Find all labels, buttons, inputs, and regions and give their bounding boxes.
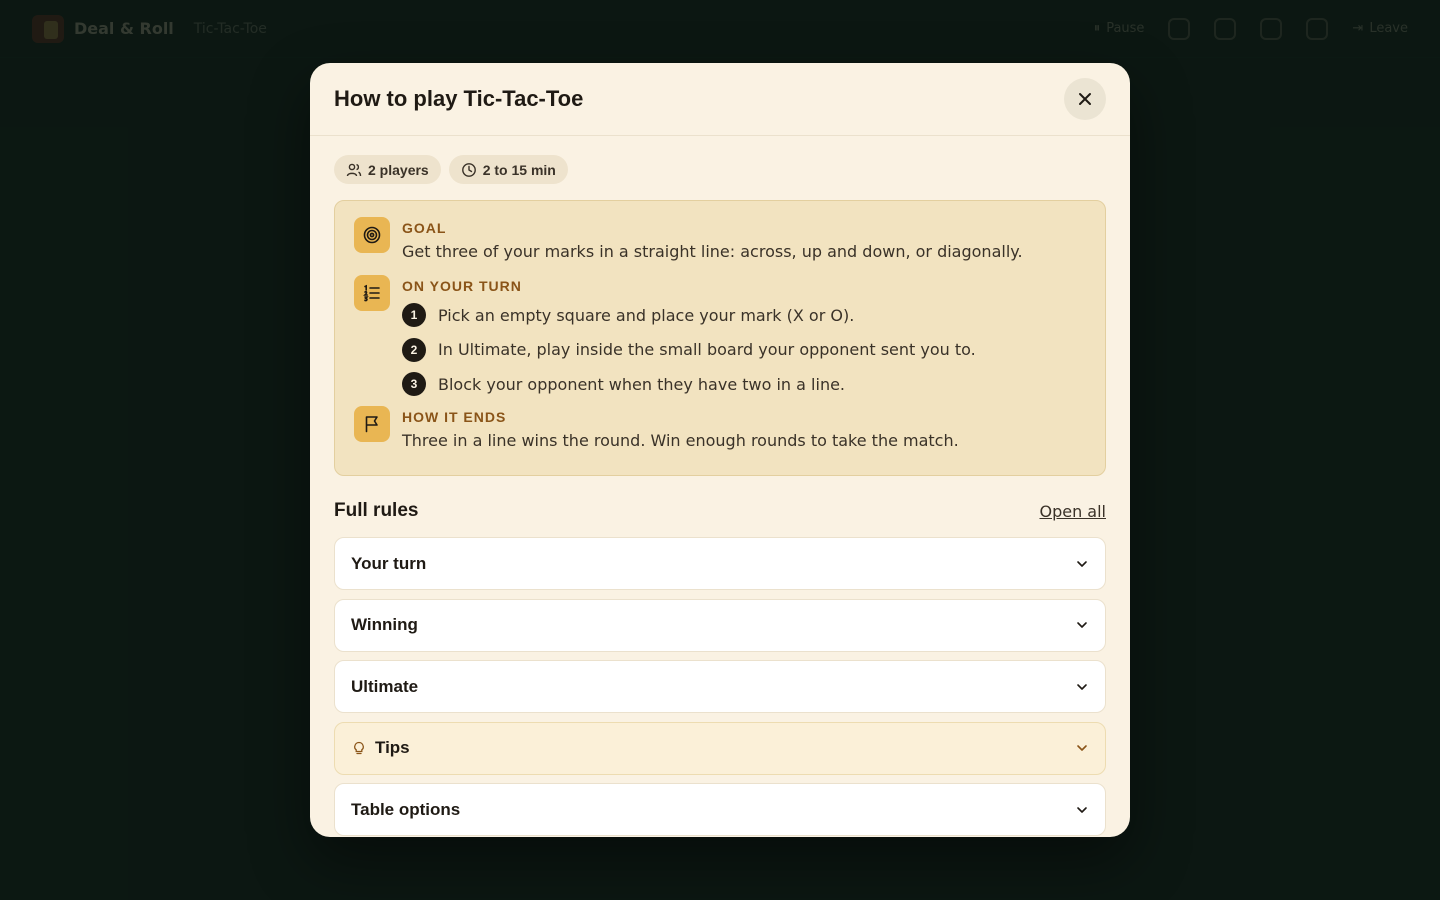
flag-icon xyxy=(365,415,378,432)
full-rules-title: Full rules xyxy=(334,500,419,521)
turn-icon-badge xyxy=(354,275,390,311)
accordion-table-options[interactable]: Table options xyxy=(334,783,1106,836)
turn-steps: 1 Pick an empty square and place your ma… xyxy=(402,298,976,402)
accordion-tips[interactable]: Tips xyxy=(334,721,1106,775)
chevron-down-icon xyxy=(1075,557,1089,571)
step-text: Block your opponent when they have two i… xyxy=(438,374,846,394)
ends-section: HOW IT ENDS Three in a line wins the rou… xyxy=(354,405,1086,450)
dialog-title: How to play Tic-Tac-Toe xyxy=(334,86,584,111)
target-icon xyxy=(363,226,381,244)
accordion-your-turn[interactable]: Your turn xyxy=(334,537,1106,590)
game-info-chips: 2 players 2 to 15 min xyxy=(334,155,1106,184)
rules-accordion: Your turn Winning Ultimate Tips Table op… xyxy=(334,537,1106,836)
dialog-header: How to play Tic-Tac-Toe xyxy=(310,63,1130,136)
clock-icon xyxy=(461,162,476,177)
step-text: In Ultimate, play inside the small board… xyxy=(438,340,976,360)
full-rules-header: Full rules Open all xyxy=(334,498,1106,524)
numbered-list-icon xyxy=(363,284,380,302)
players-icon xyxy=(346,163,362,176)
chevron-down-icon xyxy=(1075,803,1089,817)
chevron-down-icon xyxy=(1075,680,1089,694)
how-to-play-dialog: How to play Tic-Tac-Toe 2 players 2 to 1… xyxy=(310,63,1130,837)
close-icon xyxy=(1079,93,1091,105)
lightbulb-icon xyxy=(351,740,367,756)
accordion-ultimate[interactable]: Ultimate xyxy=(334,660,1106,713)
step-text: Pick an empty square and place your mark… xyxy=(438,305,855,325)
goal-section: GOAL Get three of your marks in a straig… xyxy=(354,217,1086,261)
chevron-down-icon xyxy=(1075,741,1089,755)
rules-summary-card: GOAL Get three of your marks in a straig… xyxy=(334,200,1106,476)
players-label: 2 players xyxy=(368,161,429,178)
list-item: 1 Pick an empty square and place your ma… xyxy=(402,298,976,333)
accordion-label: Table options xyxy=(351,799,461,819)
accordion-label: Ultimate xyxy=(351,676,419,696)
step-number: 1 xyxy=(402,303,426,328)
goal-label: GOAL xyxy=(402,220,447,236)
ends-icon-badge xyxy=(354,405,390,442)
duration-label: 2 to 15 min xyxy=(482,161,556,178)
accordion-label: Tips xyxy=(375,738,410,757)
goal-text: Get three of your marks in a straight li… xyxy=(402,242,1023,261)
accordion-label: Winning xyxy=(351,615,418,634)
list-item: 2 In Ultimate, play inside the small boa… xyxy=(402,333,976,368)
ends-text: Three in a line wins the round. Win enou… xyxy=(402,430,959,450)
list-item: 3 Block your opponent when they have two… xyxy=(402,367,976,402)
step-number: 3 xyxy=(402,372,426,397)
goal-icon-badge xyxy=(354,217,390,253)
close-button[interactable] xyxy=(1064,78,1106,120)
duration-chip: 2 to 15 min xyxy=(448,155,568,184)
turn-section: ON YOUR TURN 1 Pick an empty square and … xyxy=(354,275,1086,402)
ends-label: HOW IT ENDS xyxy=(402,408,507,425)
turn-label: ON YOUR TURN xyxy=(402,278,522,294)
chevron-down-icon xyxy=(1075,618,1089,632)
step-number: 2 xyxy=(402,337,426,362)
open-all-link[interactable]: Open all xyxy=(1039,502,1106,521)
accordion-label: Your turn xyxy=(351,553,427,573)
players-chip: 2 players xyxy=(334,155,441,184)
accordion-winning[interactable]: Winning xyxy=(334,598,1106,652)
